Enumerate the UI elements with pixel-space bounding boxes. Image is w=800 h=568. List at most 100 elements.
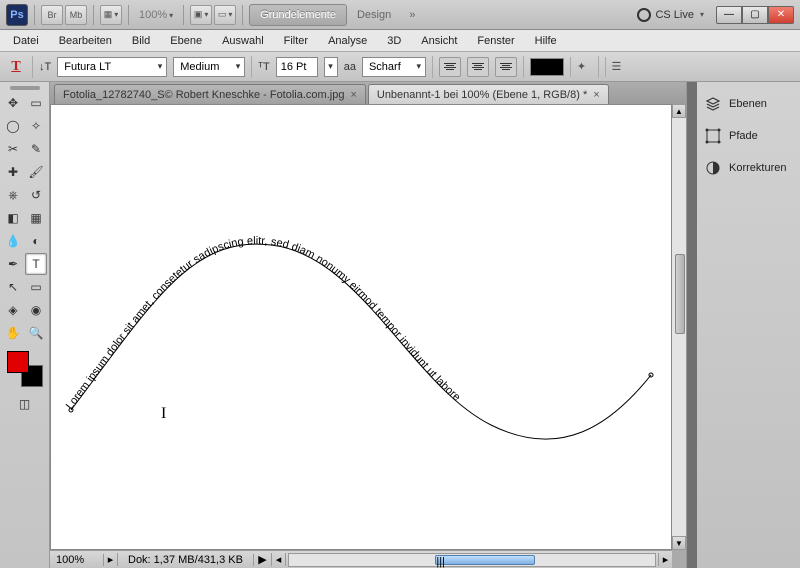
cslive-button[interactable]: CS Live▾ [637,8,704,22]
document-tabs: Fotolia_12782740_S© Robert Kneschke - Fo… [50,82,686,104]
heal-tool[interactable]: ✚ [2,161,24,183]
minibridge-button[interactable]: Mb [65,5,87,25]
tab-label: Fotolia_12782740_S© Robert Kneschke - Fo… [63,89,344,101]
stamp-tool[interactable]: ⎈ [2,184,24,206]
dodge-tool[interactable]: ◐ [25,230,47,252]
app-topbar: Ps Br Mb ▦▾ 100%▾ ▣▾ ▭▾ Grundelemente De… [0,0,800,30]
tab-fotolia[interactable]: Fotolia_12782740_S© Robert Kneschke - Fo… [54,84,366,104]
status-bar: 100% ▸ Dok: 1,37 MB/431,3 KB ▶ ◂ ||| ▸ [50,550,672,568]
text-color-swatch[interactable] [530,58,564,76]
font-size-dropdown[interactable] [324,57,338,77]
workspace-design-button[interactable]: Design [349,9,399,21]
hscroll-left-button[interactable]: ◂ [272,553,286,566]
zoom-field[interactable]: 100% [50,554,104,566]
menu-fenster[interactable]: Fenster [468,33,523,49]
pen-tool[interactable]: ✒ [2,253,24,275]
text-orientation-icon[interactable]: ↓T [39,61,51,73]
zoom-display[interactable]: 100%▾ [135,9,177,21]
blur-tool[interactable]: 💧 [2,230,24,252]
type-tool[interactable]: T [25,253,47,275]
warp-text-button[interactable]: ✦ [570,57,592,77]
bridge-button[interactable]: Br [41,5,63,25]
window-maximize-button[interactable]: ▢ [742,6,768,24]
menu-bearbeiten[interactable]: Bearbeiten [50,33,121,49]
hscroll-right-button[interactable]: ▸ [658,553,672,566]
shape-tool[interactable]: ▭ [25,276,47,298]
gradient-tool[interactable]: ▦ [25,207,47,229]
menu-ansicht[interactable]: Ansicht [412,33,466,49]
menu-hilfe[interactable]: Hilfe [526,33,566,49]
toolbox-grip[interactable] [10,86,40,90]
window-close-button[interactable]: ✕ [768,6,794,24]
menu-ebene[interactable]: Ebene [161,33,211,49]
font-family-select[interactable]: Futura LT [57,57,167,77]
window-minimize-button[interactable]: — [716,6,742,24]
menu-bild[interactable]: Bild [123,33,159,49]
3d-camera-tool[interactable]: ◉ [25,299,47,321]
align-center-button[interactable] [467,57,489,77]
eraser-tool[interactable]: ◧ [2,207,24,229]
path-text: Lorem ipsum dolor sit amet, consetetur s… [64,235,463,412]
status-play-button[interactable]: ▶ [254,553,272,566]
scroll-down-button[interactable]: ▼ [672,536,686,550]
divider [242,5,243,25]
divider [183,5,184,25]
align-left-button[interactable] [439,57,461,77]
doc-size-info[interactable]: Dok: 1,37 MB/431,3 KB [118,554,254,566]
toolbox: ✥▭ ◯✧ ✂✎ ✚🖌 ⎈↺ ◧▦ 💧◐ ✒T ↖▭ ◈◉ ✋🔍 ◫ [0,82,50,568]
zoom-tool[interactable]: 🔍 [25,322,47,344]
wand-tool[interactable]: ✧ [25,115,47,137]
menubar: Datei Bearbeiten Bild Ebene Auswahl Filt… [0,30,800,52]
path-select-tool[interactable]: ↖ [2,276,24,298]
color-swatches[interactable] [7,351,43,387]
panel-ebenen[interactable]: Ebenen [701,88,796,120]
menu-filter[interactable]: Filter [275,33,317,49]
brush-tool[interactable]: 🖌 [25,161,47,183]
hscroll-thumb[interactable]: ||| [435,555,535,565]
marquee-tool[interactable]: ▭ [25,92,47,114]
canvas[interactable]: Lorem ipsum dolor sit amet, consetetur s… [50,104,672,550]
divider [128,5,129,25]
menu-analyse[interactable]: Analyse [319,33,376,49]
workspace-grundelemente-button[interactable]: Grundelemente [249,4,347,26]
menu-3d[interactable]: 3D [378,33,410,49]
options-bar: T ↓T Futura LT Medium ᵀT 16 Pt aa Scharf… [0,52,800,82]
antialias-select[interactable]: Scharf [362,57,426,77]
menu-datei[interactable]: Datei [4,33,48,49]
font-weight-select[interactable]: Medium [173,57,245,77]
lasso-tool[interactable]: ◯ [2,115,24,137]
menu-auswahl[interactable]: Auswahl [213,33,273,49]
scroll-thumb[interactable] [675,254,685,334]
font-size-input[interactable]: 16 Pt [276,57,318,77]
hand-tool[interactable]: ✋ [2,322,24,344]
panel-label: Ebenen [729,98,767,110]
screen-mode-button[interactable]: ▭▾ [214,5,236,25]
scroll-up-button[interactable]: ▲ [672,104,686,118]
eyedropper-tool[interactable]: ✎ [25,138,47,160]
3d-tool[interactable]: ◈ [2,299,24,321]
panel-pfade[interactable]: Pfade [701,120,796,152]
foreground-color[interactable] [7,351,29,373]
font-size-icon: ᵀT [258,61,269,73]
align-right-button[interactable] [495,57,517,77]
quickmask-button[interactable]: ◫ [14,393,36,415]
panel-grip[interactable] [687,82,697,568]
crop-tool[interactable]: ✂ [2,138,24,160]
workspace-more-button[interactable]: » [401,9,423,21]
tab-unbenannt[interactable]: Unbenannt-1 bei 100% (Ebene 1, RGB/8) * … [368,84,609,104]
work-area: ✥▭ ◯✧ ✂✎ ✚🖌 ⎈↺ ◧▦ 💧◐ ✒T ↖▭ ◈◉ ✋🔍 ◫ Fotol… [0,82,800,568]
horizontal-scrollbar[interactable]: ||| [288,553,656,567]
character-panel-button[interactable]: ☰ [605,57,627,77]
history-brush-tool[interactable]: ↺ [25,184,47,206]
panel-korrekturen[interactable]: Korrekturen [701,152,796,184]
type-tool-icon: T [6,57,26,77]
status-chevron[interactable]: ▸ [104,553,118,566]
arrange-docs-button[interactable]: ▣▾ [190,5,212,25]
tab-close-icon[interactable]: × [593,89,599,101]
tab-close-icon[interactable]: × [350,89,356,101]
vertical-scrollbar[interactable]: ▲ ▼ [672,104,686,550]
photoshop-icon[interactable]: Ps [6,4,28,26]
view-extras-button[interactable]: ▦▾ [100,5,122,25]
move-tool[interactable]: ✥ [2,92,24,114]
divider [34,5,35,25]
